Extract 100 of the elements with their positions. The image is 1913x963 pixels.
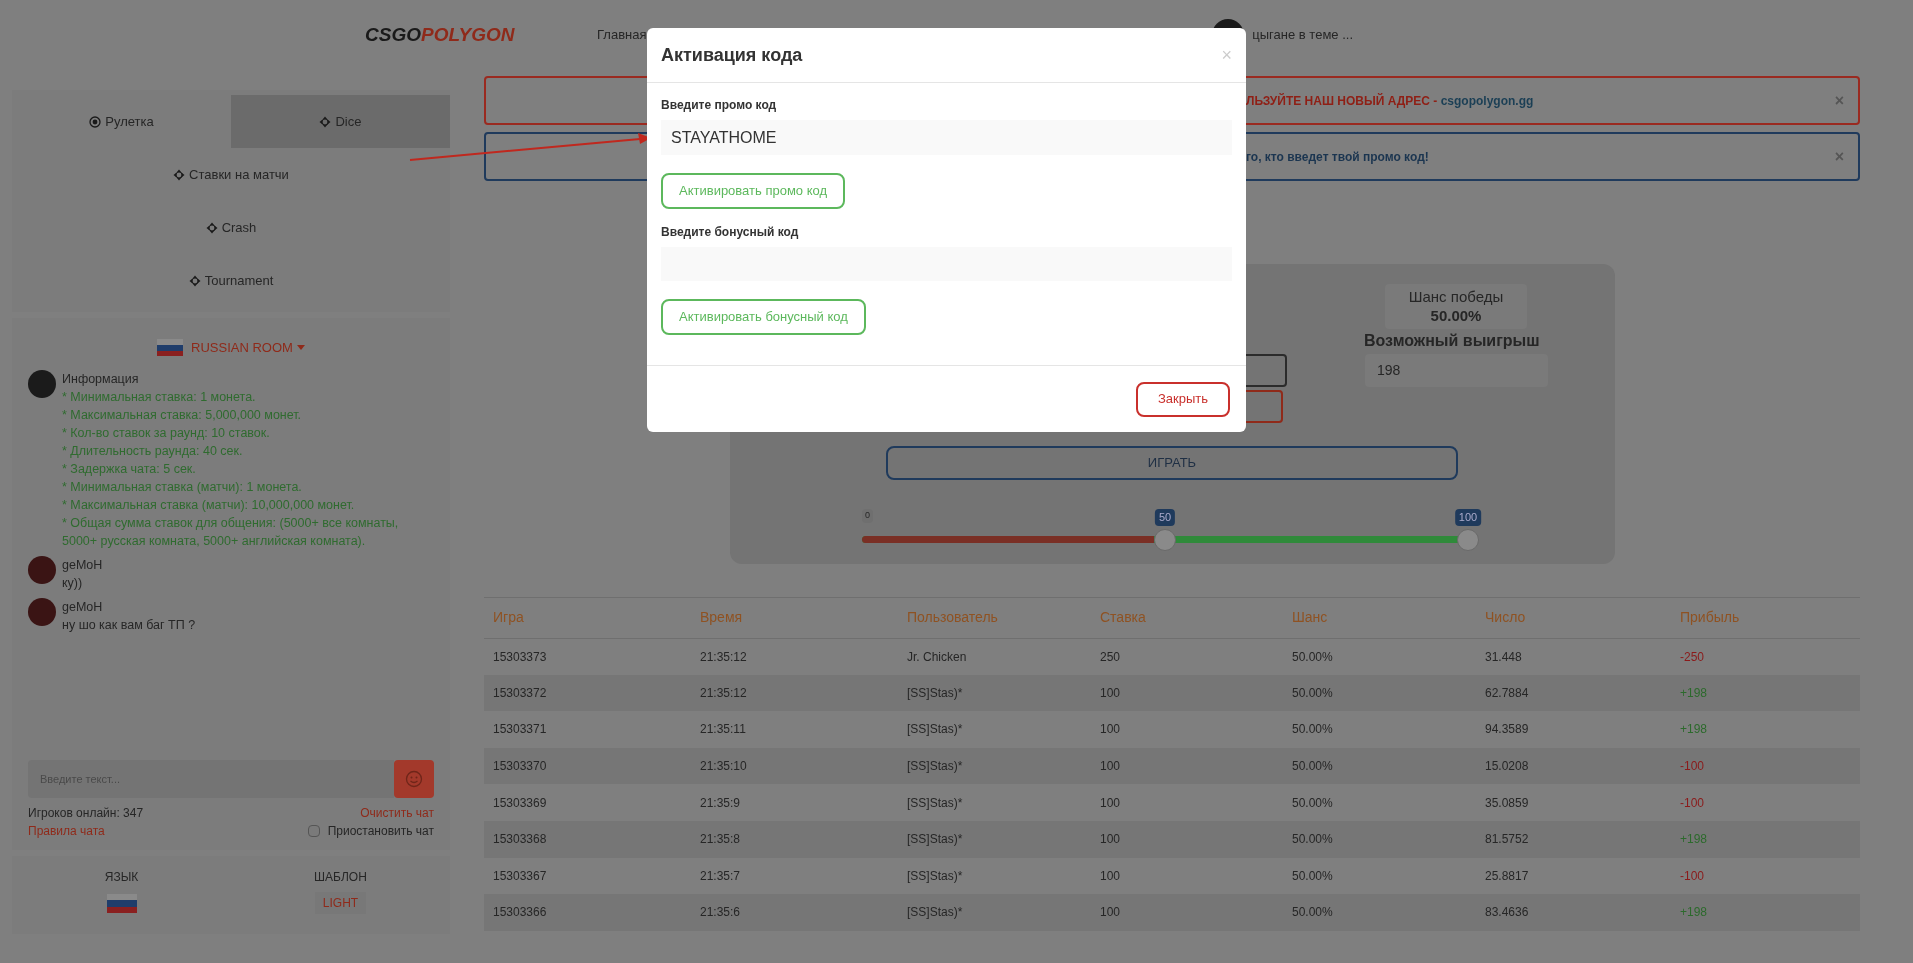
- table-cell: 100: [1100, 759, 1121, 774]
- table-cell: [SS]Stas)*: [907, 905, 963, 920]
- close-button[interactable]: ×: [1834, 88, 1844, 113]
- column-header: Пользователь: [907, 609, 998, 626]
- chat-message: * Задержка чата: 5 сек.: [62, 460, 197, 478]
- table-cell: +198: [1680, 722, 1708, 737]
- table-cell: 50.00%: [1292, 905, 1333, 920]
- avatar: [28, 369, 56, 398]
- play-button[interactable]: ИГРАТЬ: [886, 446, 1458, 480]
- avatar: [28, 555, 56, 584]
- nav-link[interactable]: Главная: [597, 25, 647, 45]
- table-cell: 21:35:7: [700, 868, 741, 883]
- column-header: Игра: [493, 609, 524, 626]
- table-cell: [SS]Stas)*: [907, 759, 963, 774]
- table-cell: 50.00%: [1292, 832, 1333, 847]
- slider-max-label: 100: [1454, 509, 1482, 526]
- crosshair-icon: [188, 274, 201, 287]
- avatar: [28, 597, 56, 626]
- flag-icon[interactable]: [106, 894, 137, 913]
- chat-message: * Общая сумма ставок для общения: (5000+ все комнаты, 5000+ русская комната, 5000+ английская комната).: [62, 514, 400, 550]
- table-cell: 50.00%: [1292, 722, 1333, 737]
- table-cell: 15.0208: [1485, 759, 1529, 774]
- column-header: Время: [700, 609, 743, 626]
- author-name: geMoH: [62, 598, 104, 616]
- chat-message: * Минимальная ставка (матчи): 1 монета.: [62, 478, 303, 496]
- table-cell: 50.00%: [1292, 649, 1333, 664]
- chance-value: 50.00%: [1430, 306, 1482, 326]
- table-cell: 15303366: [493, 905, 547, 920]
- user-name[interactable]: цыгане в теме ...: [1252, 25, 1353, 45]
- table-cell: 83.4636: [1485, 905, 1529, 920]
- table-cell: 100: [1100, 905, 1121, 920]
- logo[interactable]: CSGOPOLYGON: [365, 20, 515, 50]
- table-cell: [SS]Stas)*: [907, 868, 963, 883]
- template-button[interactable]: LIGHT: [314, 892, 367, 914]
- payout-field: 198: [1365, 354, 1548, 387]
- table-cell: 25.8817: [1485, 868, 1529, 883]
- table-cell: 100: [1100, 722, 1121, 737]
- template-label: ШАБЛОН: [314, 869, 367, 886]
- table-cell: 21:35:6: [700, 905, 741, 920]
- table-cell: 50.00%: [1292, 795, 1333, 810]
- table-cell: 15303372: [493, 685, 547, 700]
- activate-promo-button[interactable]: Активировать промо код: [661, 173, 846, 209]
- emoji-button[interactable]: [394, 760, 434, 798]
- close-button[interactable]: Закрыть: [1135, 381, 1230, 417]
- author-name: geMoH: [62, 556, 103, 574]
- table-cell: 15303373: [493, 649, 547, 664]
- table-cell: +198: [1680, 685, 1708, 700]
- table-cell: 50.00%: [1292, 685, 1333, 700]
- field-label: Введите промо код: [661, 97, 778, 114]
- slider-value-label: 50: [1154, 509, 1176, 526]
- table-cell: 15303369: [493, 795, 547, 810]
- table-cell: 21:35:8: [700, 832, 741, 847]
- table-cell: +198: [1680, 832, 1708, 847]
- table-cell: 21:35:11: [700, 722, 746, 737]
- chat-message: * Максимальная ставка: 5,000,000 монет.: [62, 406, 303, 424]
- caret-icon: [296, 345, 305, 351]
- column-header: Ставка: [1100, 609, 1146, 626]
- close-button[interactable]: ×: [1221, 46, 1232, 64]
- table-cell: Jr. Chicken: [907, 649, 967, 664]
- chance-label: Шанс победы: [1408, 287, 1504, 307]
- table-cell: 35.0859: [1485, 795, 1529, 810]
- table-cell: 94.3589: [1485, 722, 1529, 737]
- crosshair-icon: [205, 221, 218, 234]
- slider-min-label: 0: [862, 509, 873, 523]
- chat-message: ну шо как вам баг ТП ?: [62, 616, 196, 634]
- table-cell: 81.5752: [1485, 832, 1529, 847]
- table-cell: -100: [1680, 868, 1705, 883]
- table-cell: 31.448: [1485, 649, 1522, 664]
- table-cell: 250: [1100, 649, 1121, 664]
- table-cell: 21:35:9: [700, 795, 741, 810]
- language-label: ЯЗЫК: [104, 869, 139, 886]
- table-cell: 21:35:12: [700, 685, 747, 700]
- slider-thumb[interactable]: [1457, 529, 1479, 551]
- radio-icon: [89, 115, 102, 128]
- flag-icon: [157, 339, 184, 357]
- smiley-icon: [405, 770, 423, 788]
- table-cell: 15303370: [493, 759, 547, 774]
- column-header: Шанс: [1292, 609, 1328, 626]
- slider-thumb[interactable]: [1154, 529, 1176, 551]
- crosshair-icon: [173, 168, 186, 181]
- pause-chat-label[interactable]: Приостановить чат: [327, 822, 434, 840]
- table-cell: [SS]Stas)*: [907, 795, 963, 810]
- promo-code-field[interactable]: STAYATHOME: [661, 120, 1232, 155]
- checkbox[interactable]: [307, 825, 320, 837]
- activate-bonus-button[interactable]: Активировать бонусный код: [661, 299, 866, 335]
- clear-chat-link[interactable]: Очистить чат: [360, 804, 434, 822]
- table-cell: 21:35:10: [700, 759, 747, 774]
- table-cell: 15303371: [493, 722, 547, 737]
- chat-message: ку)): [62, 574, 84, 592]
- room-dropdown[interactable]: RUSSIAN ROOM: [191, 338, 305, 358]
- author-name: Информация: [62, 370, 140, 388]
- game-tab[interactable]: Dice: [231, 95, 450, 148]
- chat-rules-link[interactable]: Правила чата: [28, 822, 105, 840]
- table-cell: 62.7884: [1485, 685, 1529, 700]
- close-button[interactable]: ×: [1834, 144, 1844, 169]
- table-cell: 50.00%: [1292, 759, 1333, 774]
- alert-link[interactable]: csgopolygon.gg: [1440, 93, 1534, 108]
- table-cell: +198: [1680, 905, 1708, 920]
- online-count: Игроков онлайн: 347: [28, 805, 144, 822]
- table-cell: 50.00%: [1292, 868, 1333, 883]
